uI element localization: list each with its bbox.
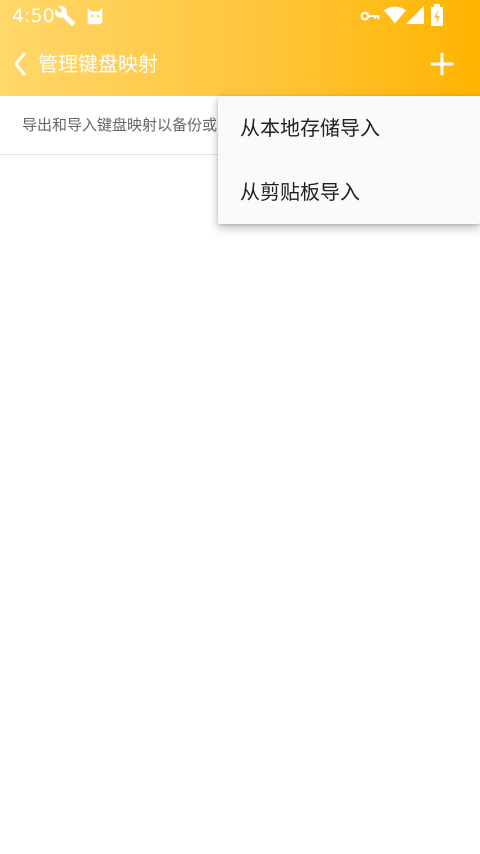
menu-item-label: 从剪贴板导入 bbox=[240, 180, 360, 204]
plus-icon bbox=[424, 52, 460, 86]
status-time: 4:50 bbox=[12, 5, 55, 27]
info-text: 导出和导入键盘映射以备份或 bbox=[22, 116, 218, 134]
key-icon bbox=[360, 8, 380, 28]
cat-icon bbox=[84, 5, 106, 31]
chevron-left-icon bbox=[6, 52, 36, 86]
battery-charging-icon bbox=[430, 4, 444, 30]
signal-icon bbox=[406, 5, 424, 29]
app-bar: 管理键盘映射 bbox=[0, 32, 480, 96]
page-title: 管理键盘映射 bbox=[38, 52, 158, 76]
wifi-icon bbox=[384, 5, 406, 29]
status-bar: 4:50 bbox=[0, 0, 480, 32]
popup-menu: 从本地存储导入 从剪贴板导入 bbox=[218, 96, 480, 224]
menu-item-import-from-local-storage[interactable]: 从本地存储导入 bbox=[218, 96, 480, 160]
header: 4:50 管理键盘映射 bbox=[0, 0, 480, 96]
wrench-icon bbox=[54, 5, 76, 31]
menu-item-label: 从本地存储导入 bbox=[240, 116, 380, 140]
back-button[interactable] bbox=[6, 46, 36, 82]
add-button[interactable] bbox=[424, 46, 460, 82]
menu-item-import-from-clipboard[interactable]: 从剪贴板导入 bbox=[218, 160, 480, 224]
